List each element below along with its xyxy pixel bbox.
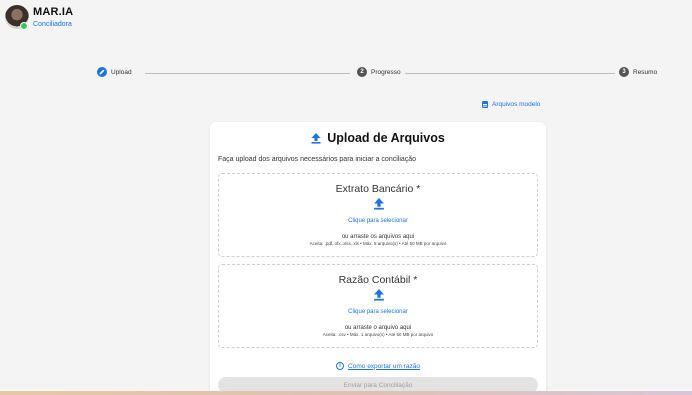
dropzone-title: Extrato Bancário * — [335, 183, 421, 195]
card-title: Upload de Arquivos — [210, 131, 546, 145]
drag-hint: ou arraste os arquivos aqui — [341, 234, 415, 240]
step-upload[interactable]: Upload — [97, 67, 136, 77]
select-file-link[interactable]: Clique para selecionar — [219, 309, 537, 315]
step-number: 3 — [619, 67, 629, 77]
card-description: Faça upload dos arquivos necessários par… — [218, 156, 417, 163]
dropzone-ledger[interactable]: Razão Contábil * Clique para selecionar … — [218, 264, 538, 348]
upload-icon — [374, 198, 384, 210]
stepper-connector — [405, 72, 619, 74]
step-label: Progresso — [371, 68, 401, 76]
brand-title: MAR.IA — [33, 6, 74, 18]
info-icon: i — [336, 362, 345, 370]
step-label: Resumo — [633, 68, 658, 76]
export-ledger-help-label: Como exportar um razão — [348, 362, 420, 370]
upload-icon — [311, 132, 321, 144]
accept-hint: Aceita: .pdf,.ofx,.xlsx,.xls • Máx. 5 ar… — [309, 241, 447, 246]
template-files-link[interactable]: Arquivos modelo — [482, 101, 540, 108]
template-files-label: Arquivos modelo — [492, 101, 541, 108]
dropzone-title: Razão Contábil * — [338, 274, 418, 286]
step-progresso[interactable]: 2 Progresso — [353, 67, 405, 77]
document-icon — [482, 101, 488, 108]
stepper: Upload 2 Progresso 3 Resumo — [97, 67, 662, 79]
upload-card: Upload de Arquivos Faça upload dos arqui… — [210, 122, 546, 395]
export-ledger-help-link[interactable]: i Como exportar um razão — [210, 362, 546, 370]
brand-subtitle: Conciliadora — [33, 21, 72, 28]
online-status-dot — [20, 22, 28, 30]
card-title-text: Upload de Arquivos — [327, 131, 445, 145]
pencil-icon — [97, 67, 107, 77]
upload-icon — [374, 289, 384, 301]
drag-hint: ou arraste o arquivo aqui — [344, 325, 412, 331]
bottom-strip — [0, 391, 692, 395]
step-number: 2 — [357, 67, 367, 77]
stepper-connector — [145, 72, 350, 74]
select-files-link[interactable]: Clique para selecionar — [219, 218, 537, 224]
dropzone-bank-statement[interactable]: Extrato Bancário * Clique para seleciona… — [218, 173, 538, 257]
app-header: MAR.IA Conciliadora — [0, 0, 692, 34]
accept-hint: Aceita: .csv • Máx. 1 arquivo(s) • Até 5… — [322, 332, 434, 337]
step-resumo[interactable]: 3 Resumo — [615, 67, 662, 77]
step-label: Upload — [111, 68, 132, 76]
